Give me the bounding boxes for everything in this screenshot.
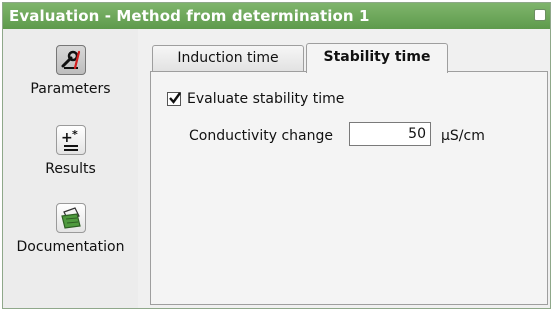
parameters-icon — [55, 45, 86, 75]
conductivity-change-label: Conductivity change — [189, 128, 333, 144]
window-titlebar[interactable]: Evaluation - Method from determination 1 — [3, 3, 550, 29]
window-title: Evaluation - Method from determination 1 — [9, 7, 370, 25]
content-area: Induction time Stability time Evaluate s… — [138, 29, 550, 308]
sidebar-item-parameters[interactable]: Parameters — [3, 45, 138, 97]
sidebar-item-documentation[interactable]: Documentation — [3, 203, 138, 255]
sidebar-item-results[interactable]: + * Results — [3, 125, 138, 177]
tab-induction-time[interactable]: Induction time — [152, 45, 304, 71]
sidebar-item-label: Parameters — [30, 81, 111, 97]
sidebar: Parameters + * Results Documentation — [3, 29, 138, 308]
documentation-icon — [55, 203, 86, 233]
evaluate-stability-label: Evaluate stability time — [187, 91, 345, 107]
results-icon: + * — [55, 125, 86, 155]
evaluate-stability-row[interactable]: Evaluate stability time — [167, 90, 344, 108]
conductivity-unit: µS/cm — [441, 128, 485, 144]
sidebar-item-label: Results — [45, 161, 96, 177]
svg-text:*: * — [72, 128, 78, 141]
checkmark-icon — [169, 92, 181, 104]
sidebar-item-label: Documentation — [16, 239, 125, 255]
maximize-button[interactable] — [534, 9, 546, 21]
svg-text:+: + — [61, 130, 73, 146]
stability-time-panel: Evaluate stability time Conductivity cha… — [150, 71, 548, 305]
evaluation-window: Evaluation - Method from determination 1… — [2, 2, 551, 309]
tab-stability-time[interactable]: Stability time — [306, 43, 448, 73]
evaluate-stability-checkbox[interactable] — [167, 92, 181, 106]
conductivity-change-input[interactable] — [349, 122, 431, 146]
